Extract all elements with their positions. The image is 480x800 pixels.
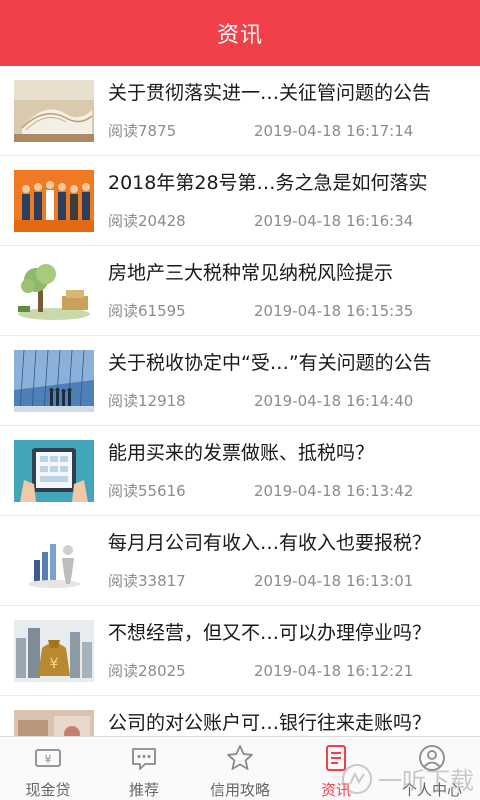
article-thumbnail: ¥ [14, 619, 94, 682]
publish-time: 2019-04-18 16:13:42 [254, 481, 414, 500]
publish-time: 2019-04-18 16:14:40 [254, 391, 414, 410]
article-title[interactable]: 不想经营，但又不…可以办理停业吗？ [108, 620, 480, 646]
list-item[interactable]: 房地产三大税种常见纳税风险提示 阅读61595 2019-04-18 16:15… [0, 246, 480, 336]
list-item[interactable]: 每月月公司有收入…有收入也要报税？ 阅读33817 2019-04-18 16:… [0, 516, 480, 606]
publish-time: 2019-04-18 16:12:21 [254, 661, 414, 680]
read-count: 阅读33817 [108, 571, 186, 590]
list-item[interactable]: 公司的对公账户可…银行往来走账吗？ [0, 696, 480, 736]
publish-time: 2019-04-18 16:15:35 [254, 301, 414, 320]
article-title[interactable]: 2018年第28号第…务之急是如何落实 [108, 170, 480, 196]
article-list[interactable]: 关于贯彻落实进一…关征管问题的公告 阅读7875 2019-04-18 16:1… [0, 66, 480, 736]
list-item[interactable]: 关于贯彻落实进一…关征管问题的公告 阅读7875 2019-04-18 16:1… [0, 66, 480, 156]
svg-text:¥: ¥ [45, 753, 52, 766]
watermark-text: 一听下载 [378, 767, 474, 795]
tab-credit-guide[interactable]: 信用攻略 [192, 737, 288, 800]
article-thumbnail [14, 79, 94, 142]
read-count: 阅读20428 [108, 211, 186, 230]
article-thumbnail [14, 349, 94, 412]
article-thumbnail [14, 529, 94, 592]
article-title[interactable]: 房地产三大税种常见纳税风险提示 [108, 260, 480, 286]
article-title[interactable]: 关于贯彻落实进一…关征管问题的公告 [108, 80, 480, 106]
article-thumbnail [14, 259, 94, 322]
tab-label: 推荐 [128, 781, 159, 799]
app-header: 资讯 [0, 0, 480, 66]
list-item[interactable]: 2018年第28号第…务之急是如何落实 阅读20428 2019-04-18 1… [0, 156, 480, 246]
list-item[interactable]: 关于税收协定中“受…”有关问题的公告 阅读12918 2019-04-18 16… [0, 336, 480, 426]
article-thumbnail [14, 169, 94, 232]
star-icon [227, 745, 253, 770]
read-count: 阅读61595 [108, 301, 186, 320]
read-count: 阅读12918 [108, 391, 186, 410]
page-title: 资讯 [216, 23, 263, 48]
read-count: 阅读28025 [108, 661, 186, 680]
read-count: 阅读7875 [108, 121, 177, 140]
tab-recommend[interactable]: 推荐 [96, 737, 192, 800]
svg-text:¥: ¥ [50, 656, 59, 672]
article-thumbnail [14, 439, 94, 502]
publish-time: 2019-04-18 16:16:34 [254, 211, 414, 230]
article-thumbnail [14, 709, 94, 736]
list-item[interactable]: 能用买来的发票做账、抵税吗？ 阅读55616 2019-04-18 16:13:… [0, 426, 480, 516]
watermark-logo-icon [342, 763, 372, 794]
tab-label: 现金贷 [25, 781, 71, 799]
ticket-icon: ¥ [35, 749, 61, 767]
watermark: 一听下载 [340, 761, 474, 796]
tab-label: 信用攻略 [209, 781, 270, 799]
list-item[interactable]: ¥ 不想经营，但又不…可以办理停业吗？ 阅读28025 2019-04-18 1… [0, 606, 480, 696]
article-title[interactable]: 每月月公司有收入…有收入也要报税？ [108, 530, 480, 556]
tab-cash-loan[interactable]: ¥ 现金贷 [0, 737, 96, 800]
chat-bubble-icon [132, 748, 156, 770]
publish-time: 2019-04-18 16:13:01 [254, 571, 414, 590]
article-title[interactable]: 关于税收协定中“受…”有关问题的公告 [108, 350, 480, 376]
read-count: 阅读55616 [108, 481, 186, 500]
article-title[interactable]: 公司的对公账户可…银行往来走账吗？ [108, 710, 480, 736]
article-title[interactable]: 能用买来的发票做账、抵税吗？ [108, 440, 480, 466]
publish-time: 2019-04-18 16:17:14 [254, 121, 414, 140]
